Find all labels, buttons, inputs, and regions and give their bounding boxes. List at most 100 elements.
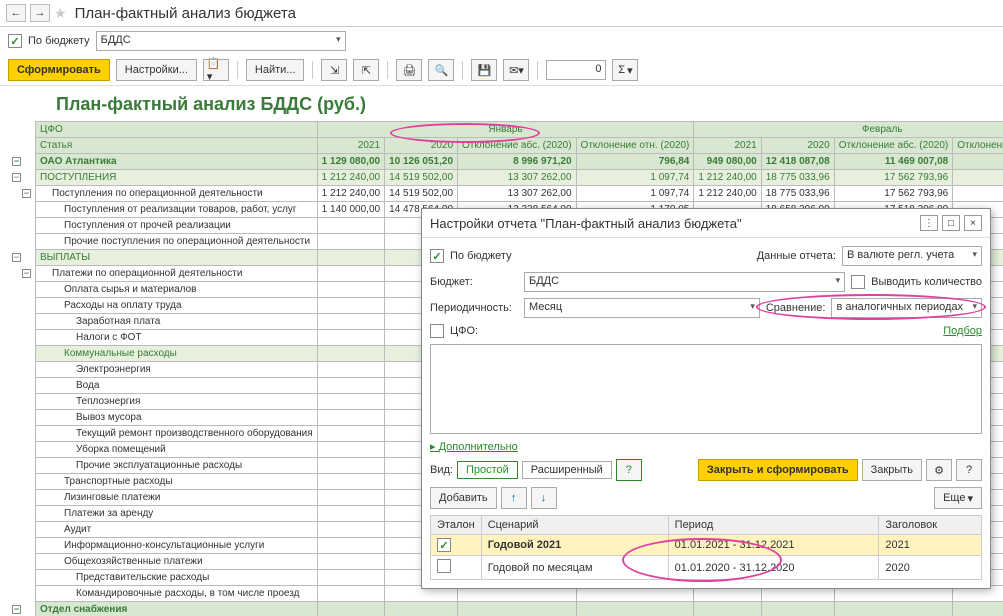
value-cell: 17 562 793,96	[834, 170, 953, 186]
hdr-cfo: ЦФО	[36, 122, 318, 138]
back-button[interactable]: ←	[6, 4, 26, 22]
value-cell: 10 126 051,20	[385, 154, 458, 170]
move-up-button[interactable]: ↑	[501, 487, 527, 509]
article-cell: Поступления по операционной деятельности	[36, 186, 318, 202]
scenario-row[interactable]: Годовой 2021 01.01.2021 - 31.12.2021 202…	[431, 535, 982, 556]
etalon-checkbox[interactable]	[437, 559, 451, 573]
value-cell	[317, 426, 384, 442]
tree-toggle[interactable]: −	[12, 253, 21, 262]
hdr-jan: Январь	[317, 122, 694, 138]
article-cell: Платежи за аренду	[36, 506, 318, 522]
move-down-button[interactable]: ↓	[531, 487, 557, 509]
collapse-button[interactable]: ⇱	[353, 59, 379, 81]
more-button[interactable]: Еще ▾	[934, 487, 982, 509]
preview-button[interactable]: 🔍	[428, 59, 454, 81]
dialog-close-button[interactable]: ×	[964, 215, 982, 231]
table-row[interactable]: − Отдел снабжения	[8, 602, 1003, 616]
table-row[interactable]: −ОАО Атлантика1 129 080,0010 126 051,208…	[8, 154, 1003, 170]
value-cell	[317, 282, 384, 298]
etalon-checkbox[interactable]	[437, 538, 451, 552]
print-button[interactable]: 🖨	[396, 59, 422, 81]
cfo-checkbox[interactable]	[430, 324, 444, 338]
table-row[interactable]: −Поступления по операционной деятельност…	[8, 186, 1003, 202]
value-cell	[385, 602, 458, 616]
table-row[interactable]: −ПОСТУПЛЕНИЯ1 212 240,0014 519 502,0013 …	[8, 170, 1003, 186]
dialog-max-button[interactable]: □	[942, 215, 960, 231]
article-cell: ОАО Атлантика	[36, 154, 318, 170]
article-cell: ВЫПЛАТЫ	[36, 250, 318, 266]
compare-dropdown[interactable]: в аналогичных периодах	[831, 298, 982, 318]
view-extended-button[interactable]: Расширенный	[522, 461, 612, 479]
value-cell	[317, 314, 384, 330]
settings-button[interactable]: Настройки...	[116, 59, 197, 81]
more-toggle[interactable]: ▸ Дополнительно	[430, 440, 518, 453]
mail-button[interactable]: ✉▾	[503, 59, 529, 81]
qty-checkbox[interactable]	[851, 275, 865, 289]
dlg-close-button[interactable]: Закрыть	[862, 459, 922, 481]
dlg-by-budget-checkbox[interactable]	[430, 249, 444, 263]
value-cell: 13 307 262,00	[458, 170, 577, 186]
select-link[interactable]: Подбор	[943, 325, 982, 337]
value-cell: 796,84	[576, 154, 694, 170]
filter-button[interactable]: ⚙	[926, 459, 952, 481]
article-cell: Расходы на оплату труда	[36, 298, 318, 314]
article-cell: Вода	[36, 378, 318, 394]
value-cell: 8 996 971,20	[458, 154, 577, 170]
tree-toggle[interactable]: −	[22, 269, 31, 278]
value-cell: 1 097,74	[576, 186, 694, 202]
dlg-help-button[interactable]: ?	[956, 459, 982, 481]
tree-toggle[interactable]: −	[22, 189, 31, 198]
find-button[interactable]: Найти...	[246, 59, 305, 81]
add-button[interactable]: Добавить	[430, 487, 497, 509]
value-cell	[317, 394, 384, 410]
help-button[interactable]: ?	[616, 459, 642, 481]
article-cell: Оплата сырья и материалов	[36, 282, 318, 298]
data-dropdown[interactable]: В валюте регл. учета	[842, 246, 982, 266]
dialog-menu-button[interactable]: ⋮	[920, 215, 938, 231]
value-cell	[317, 554, 384, 570]
dlg-budget-dropdown[interactable]: БДДС	[524, 272, 845, 292]
form-button[interactable]: Сформировать	[8, 59, 110, 81]
tree-toggle[interactable]: −	[12, 157, 21, 166]
article-cell: Заработная плата	[36, 314, 318, 330]
sum-field[interactable]: 0	[546, 60, 606, 80]
cfo-list[interactable]	[430, 344, 982, 434]
value-cell: 1 448,79	[953, 186, 1003, 202]
by-budget-checkbox[interactable]	[8, 34, 22, 48]
forward-button[interactable]: →	[30, 4, 50, 22]
value-cell	[317, 490, 384, 506]
value-cell	[317, 234, 384, 250]
value-cell: 1 212 240,00	[694, 170, 761, 186]
periodicity-dropdown[interactable]: Месяц	[524, 298, 760, 318]
article-cell: Отдел снабжения	[36, 602, 318, 616]
budget-dropdown[interactable]: БДДС	[96, 31, 346, 51]
page-title: План-фактный анализ бюджета	[75, 5, 296, 22]
star-icon[interactable]: ★	[54, 5, 67, 22]
tree-toggle[interactable]: −	[12, 605, 21, 614]
save-button[interactable]: 💾	[471, 59, 497, 81]
value-cell: 1 212 240,00	[694, 186, 761, 202]
article-cell: Теплоэнергия	[36, 394, 318, 410]
value-cell: 12 418 087,08	[761, 154, 834, 170]
scenario-row[interactable]: Годовой по месяцам 01.01.2020 - 31.12.20…	[431, 556, 982, 580]
value-cell: 949 080,00	[694, 154, 761, 170]
value-cell	[317, 362, 384, 378]
expand-button[interactable]: ⇲	[321, 59, 347, 81]
value-cell	[761, 602, 834, 616]
tree-toggle[interactable]: −	[12, 173, 21, 182]
sigma-button[interactable]: Σ▾	[612, 59, 638, 81]
value-cell	[317, 506, 384, 522]
value-cell: 18 775 033,96	[761, 186, 834, 202]
value-cell	[317, 474, 384, 490]
value-cell: 14 519 502,00	[385, 186, 458, 202]
view-simple-button[interactable]: Простой	[457, 461, 518, 479]
value-cell: 1 140 000,00	[317, 202, 384, 218]
value-cell	[317, 410, 384, 426]
report-title: План-фактный анализ БДДС (руб.)	[8, 86, 995, 121]
by-budget-label: По бюджету	[28, 35, 90, 47]
copy-button[interactable]: 📋▾	[203, 59, 229, 81]
close-form-button[interactable]: Закрыть и сформировать	[698, 459, 858, 481]
value-cell	[694, 602, 761, 616]
value-cell	[317, 250, 384, 266]
article-cell: Командировочные расходы, в том числе про…	[36, 586, 318, 602]
